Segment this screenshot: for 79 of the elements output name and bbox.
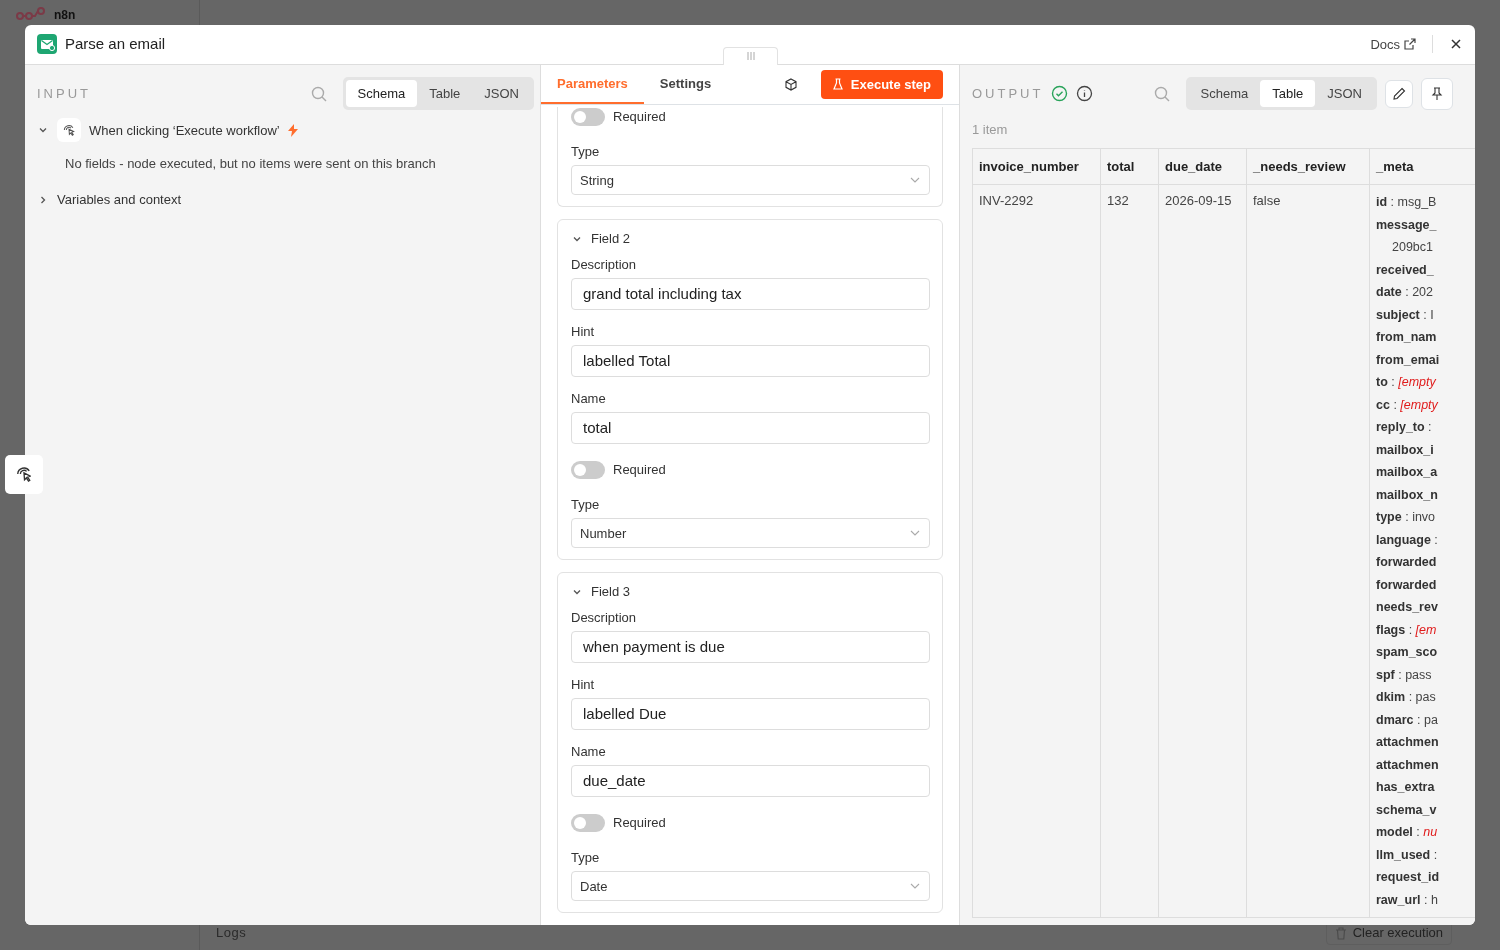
- meta-entry: cc : [empty: [1376, 396, 1439, 414]
- view-tab[interactable]: Table: [1260, 79, 1316, 108]
- variables-section-label[interactable]: Variables and context: [57, 189, 182, 210]
- type-label: Type: [571, 497, 601, 514]
- column-header: invoice_number: [972, 148, 1101, 185]
- required-label: Required: [613, 107, 666, 126]
- meta-entry: received_: [1376, 261, 1435, 279]
- field-title[interactable]: Field 2: [591, 229, 631, 249]
- meta-entry: mailbox_a: [1376, 464, 1439, 482]
- meta-entry: reply_to :: [1376, 419, 1433, 437]
- required-label: Required: [613, 460, 666, 479]
- meta-entry: subject : I: [1376, 306, 1435, 324]
- meta-entry: llm_used :: [1376, 846, 1439, 864]
- meta-entry: id : msg_B: [1376, 194, 1438, 212]
- name-field[interactable]: due_date: [571, 764, 930, 797]
- table-cell: INV-2292: [972, 184, 1101, 918]
- type-label: Type: [571, 144, 601, 161]
- hint-label: Hint: [571, 676, 596, 693]
- view-tab[interactable]: JSON: [1315, 79, 1374, 108]
- meta-entry: message_ 209bc1: [1376, 216, 1438, 257]
- meta-entry: from_nam: [1376, 329, 1438, 347]
- description-field[interactable]: when payment is due: [571, 630, 930, 663]
- name-field[interactable]: total: [571, 411, 930, 444]
- table-cell: false: [1246, 184, 1370, 918]
- type-select[interactable]: Date: [571, 871, 930, 902]
- description-label: Description: [571, 256, 638, 273]
- name-label: Name: [571, 743, 607, 760]
- meta-entry: raw_url : h: [1376, 891, 1439, 909]
- view-tab[interactable]: Schema: [1188, 79, 1261, 108]
- meta-entry: mailbox_n: [1376, 486, 1439, 504]
- meta-entry: spf : pass: [1376, 666, 1433, 684]
- type-select[interactable]: String: [571, 165, 930, 196]
- meta-entry: model : nu: [1376, 824, 1439, 842]
- view-tab[interactable]: JSON: [472, 79, 531, 108]
- column-header: total: [1100, 148, 1159, 185]
- hint-field[interactable]: labelled Total: [571, 344, 930, 377]
- meta-entry: spam_sco: [1376, 644, 1439, 662]
- meta-entry: schema_v: [1376, 801, 1438, 819]
- input-heading: INPUT: [37, 84, 91, 103]
- view-tab[interactable]: Schema: [345, 79, 418, 108]
- item-count: 1 item: [972, 121, 1009, 140]
- type-select[interactable]: Number: [571, 518, 930, 549]
- meta-entry: attachmen: [1376, 756, 1440, 774]
- hint-field[interactable]: labelled Due: [571, 697, 930, 730]
- name-label: Name: [571, 390, 607, 407]
- meta-entry: mailbox_i: [1376, 441, 1435, 459]
- column-header: due_date: [1158, 148, 1247, 185]
- meta-entry: type : invo: [1376, 509, 1437, 527]
- tab[interactable]: Settings: [643, 64, 728, 104]
- meta-entry: forwarded: [1376, 554, 1438, 572]
- type-label: Type: [571, 850, 601, 867]
- window-title: Parse an email: [65, 34, 166, 55]
- meta-entry: date : 202: [1376, 284, 1434, 302]
- required-label: Required: [613, 813, 666, 832]
- meta-entry: language :: [1376, 531, 1439, 549]
- meta-entry: flags : [em: [1376, 621, 1438, 639]
- meta-entry: to : [empty: [1376, 374, 1437, 392]
- view-tab[interactable]: Table: [417, 79, 473, 108]
- description-label: Description: [571, 609, 638, 626]
- docs-link[interactable]: Docs: [1370, 34, 1416, 55]
- description-field[interactable]: grand total including tax: [571, 277, 930, 310]
- column-header: _needs_review: [1246, 148, 1370, 185]
- hint-label: Hint: [571, 323, 596, 340]
- meta-entry: request_id: [1376, 869, 1441, 887]
- output-heading: OUTPUT: [972, 84, 1044, 103]
- meta-entry: has_extra: [1376, 779, 1436, 797]
- meta-entry: dkim : pas: [1376, 689, 1437, 707]
- meta-entry: dmarc : pa: [1376, 711, 1439, 729]
- meta-entry: forwarded: [1376, 576, 1438, 594]
- table-cell: 2026-09-15: [1158, 184, 1247, 918]
- table-cell: 132: [1100, 184, 1159, 918]
- app-logo-text: n8n: [54, 8, 76, 22]
- column-header: _meta: [1369, 148, 1475, 185]
- field-title[interactable]: Field 3: [591, 582, 631, 602]
- meta-entry: from_emai: [1376, 351, 1441, 369]
- meta-entry: needs_rev: [1376, 599, 1439, 617]
- trigger-node-label[interactable]: When clicking ‘Execute workflow’: [89, 120, 280, 140]
- empty-message: No fields - node executed, but no items were sent on this branch: [65, 155, 437, 174]
- meta-entry: attachmen: [1376, 734, 1440, 752]
